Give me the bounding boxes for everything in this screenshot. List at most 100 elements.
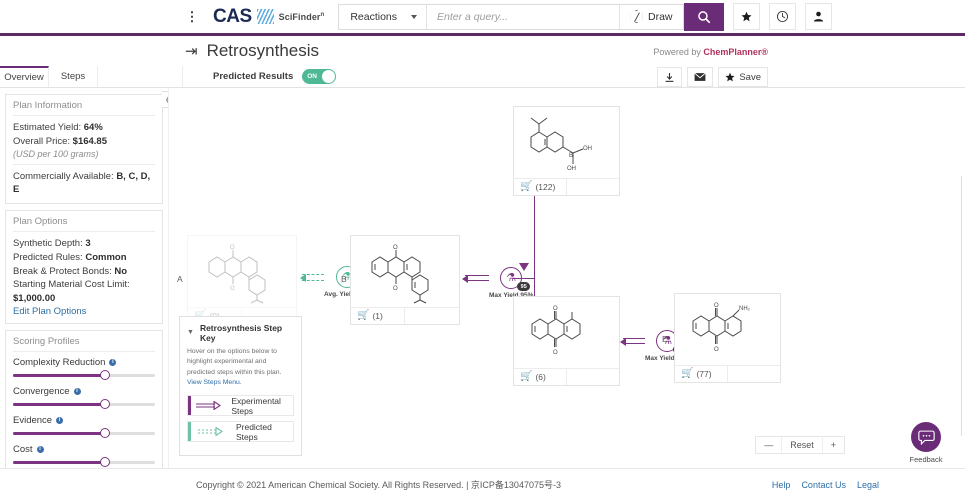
right-scroll-rail[interactable] xyxy=(961,176,965,436)
estimated-yield-value: 64% xyxy=(83,122,103,133)
history-button[interactable] xyxy=(768,3,796,30)
svg-text:O: O xyxy=(230,286,235,292)
main-content: Plan Information Estimated Yield: 64% Ov… xyxy=(0,88,965,468)
email-button[interactable] xyxy=(687,67,714,87)
slider-track-convergence[interactable] xyxy=(13,399,155,410)
molecule-structure-d: O O xyxy=(514,297,619,368)
search-scope-select[interactable]: Reactions xyxy=(339,4,428,29)
slider-cost: Cost i xyxy=(13,444,155,468)
retrosynthesis-arrow-icon: ⇥ xyxy=(185,42,198,60)
slider-handle[interactable] xyxy=(100,428,111,439)
slider-track-evidence[interactable] xyxy=(13,428,155,439)
arrow-experimental-b-left xyxy=(465,275,489,281)
key-row-experimental[interactable]: Experimental Steps xyxy=(187,395,294,416)
cart-c[interactable]: 🛒 (122) xyxy=(514,179,567,195)
info-icon[interactable]: i xyxy=(36,445,44,453)
cart-count-e: (77) xyxy=(696,369,712,379)
break-protect-bonds-row: Break & Protect Bonds: No xyxy=(13,265,128,277)
slider-handle[interactable] xyxy=(100,399,111,410)
slider-label-row: Convergence i xyxy=(13,386,155,397)
page-title: Retrosynthesis xyxy=(206,41,320,60)
arrow-head-ab xyxy=(300,274,306,282)
cost-limit-value: $1,000.00 xyxy=(13,293,56,305)
molecule-card-d-footer: 🛒 (6) xyxy=(514,368,619,385)
synthetic-depth-row: Synthetic Depth: 3 xyxy=(13,238,91,250)
step-key-header[interactable]: ▼ Retrosynthesis Step Key xyxy=(187,323,294,343)
retrosynthesis-step-key-panel: ▼ Retrosynthesis Step Key Hover on the o… xyxy=(179,315,302,456)
cart-b[interactable]: 🛒 (1) xyxy=(351,308,405,324)
svg-text:O: O xyxy=(230,245,235,251)
slider-fill xyxy=(13,373,106,377)
footer-link-legal[interactable]: Legal xyxy=(857,480,879,490)
reaction-expand-triangle-icon[interactable] xyxy=(519,263,530,271)
zoom-out-button[interactable]: — xyxy=(756,437,783,453)
brand-logo[interactable]: CAS SciFindern xyxy=(213,6,324,28)
plan-information-panel: Plan Information Estimated Yield: 64% Ov… xyxy=(5,94,163,205)
slider-fill xyxy=(13,402,106,406)
footer-link-contact-us[interactable]: Contact Us xyxy=(801,480,846,490)
draw-label: Draw xyxy=(648,10,673,23)
svg-text:O: O xyxy=(714,347,719,353)
predicted-results-control: Predicted Results ON xyxy=(183,66,337,87)
cart-e[interactable]: 🛒 (77) xyxy=(675,366,728,382)
slider-track-cost[interactable] xyxy=(13,457,155,468)
tab-overview-label: Overview xyxy=(4,72,44,83)
molecule-structure-a: O O xyxy=(188,236,296,307)
break-protect-value: No xyxy=(114,265,128,277)
cart-d[interactable]: 🛒 (6) xyxy=(514,369,567,385)
star-icon xyxy=(725,72,735,82)
feedback-widget[interactable]: Feedback xyxy=(899,422,953,464)
slider-track-complexity-reduction[interactable] xyxy=(13,370,155,381)
account-button[interactable] xyxy=(804,3,832,30)
reaction-node-bcd[interactable]: ⚗ 95 Max Yield 95% xyxy=(489,263,533,299)
molecule-card-c[interactable]: OH OH B 🛒 (122) xyxy=(513,106,620,196)
sidebar-collapse-button[interactable]: ❮ xyxy=(162,91,168,108)
kebab-menu-icon[interactable]: ⋮ xyxy=(185,10,199,23)
download-button[interactable] xyxy=(657,67,683,87)
slider-handle[interactable] xyxy=(100,370,111,381)
reaction-badge-bcd: 95 xyxy=(517,282,531,291)
cart-count-d: (6) xyxy=(535,372,546,382)
save-button[interactable]: Save xyxy=(718,67,768,87)
svg-text:O: O xyxy=(393,286,398,292)
structure-drawing: O O xyxy=(371,245,429,303)
edit-plan-options-link[interactable]: Edit Plan Options xyxy=(13,306,155,317)
info-icon[interactable]: i xyxy=(56,416,64,424)
molecule-card-a[interactable]: O O 🛒 (0) xyxy=(187,235,297,325)
molecule-structure-e: O O NH₂ xyxy=(675,294,780,365)
chevron-down-icon[interactable]: ▼ xyxy=(187,329,194,336)
molecule-card-d[interactable]: O O 🛒 (6) xyxy=(513,296,620,386)
structure-drawing: OH OH B xyxy=(530,117,592,172)
feedback-label: Feedback xyxy=(909,455,943,464)
feedback-button[interactable] xyxy=(911,422,941,452)
zoom-in-button[interactable]: + xyxy=(823,437,844,453)
draw-button[interactable]: Draw xyxy=(619,4,683,29)
slider-label-row: Evidence i xyxy=(13,415,155,426)
footer-link-help[interactable]: Help xyxy=(772,480,791,490)
key-row-predicted[interactable]: Predicted Steps xyxy=(187,421,294,442)
tab-steps[interactable]: Steps xyxy=(49,66,98,87)
arrow-head-b xyxy=(462,275,468,283)
favorites-button[interactable] xyxy=(732,3,760,30)
info-icon[interactable]: i xyxy=(73,387,81,395)
step-key-title: Retrosynthesis Step Key xyxy=(199,322,283,343)
predicted-results-toggle[interactable]: ON xyxy=(302,69,337,84)
slider-handle[interactable] xyxy=(100,457,111,468)
search-input[interactable] xyxy=(427,4,620,29)
tab-overview[interactable]: Overview xyxy=(0,66,49,87)
view-steps-menu-link[interactable]: View Steps Menu. xyxy=(187,379,242,386)
molecule-card-b[interactable]: O O 🛒 (1) xyxy=(350,235,460,325)
molecule-card-c-footer: 🛒 (122) xyxy=(514,178,619,195)
plan-options-title: Plan Options xyxy=(13,216,155,233)
experimental-steps-label: Experimental Steps xyxy=(231,395,281,416)
slider-label-row: Cost i xyxy=(13,444,155,455)
scoring-profiles-title: Scoring Profiles xyxy=(13,336,155,352)
search-submit-button[interactable] xyxy=(683,2,724,31)
zoom-reset-button[interactable]: Reset xyxy=(782,437,823,453)
cart-icon: 🛒 xyxy=(520,371,533,382)
molecule-card-e[interactable]: O O NH₂ 🛒 (77) xyxy=(674,293,781,383)
svg-text:B: B xyxy=(569,153,573,159)
toggle-state-label: ON xyxy=(307,73,317,80)
info-icon[interactable]: i xyxy=(109,358,117,366)
retrosynthesis-canvas[interactable]: A O O ⚗ Avg. Yield 68% B O O 🛒 (1) ⚗ 95 … xyxy=(168,88,965,468)
